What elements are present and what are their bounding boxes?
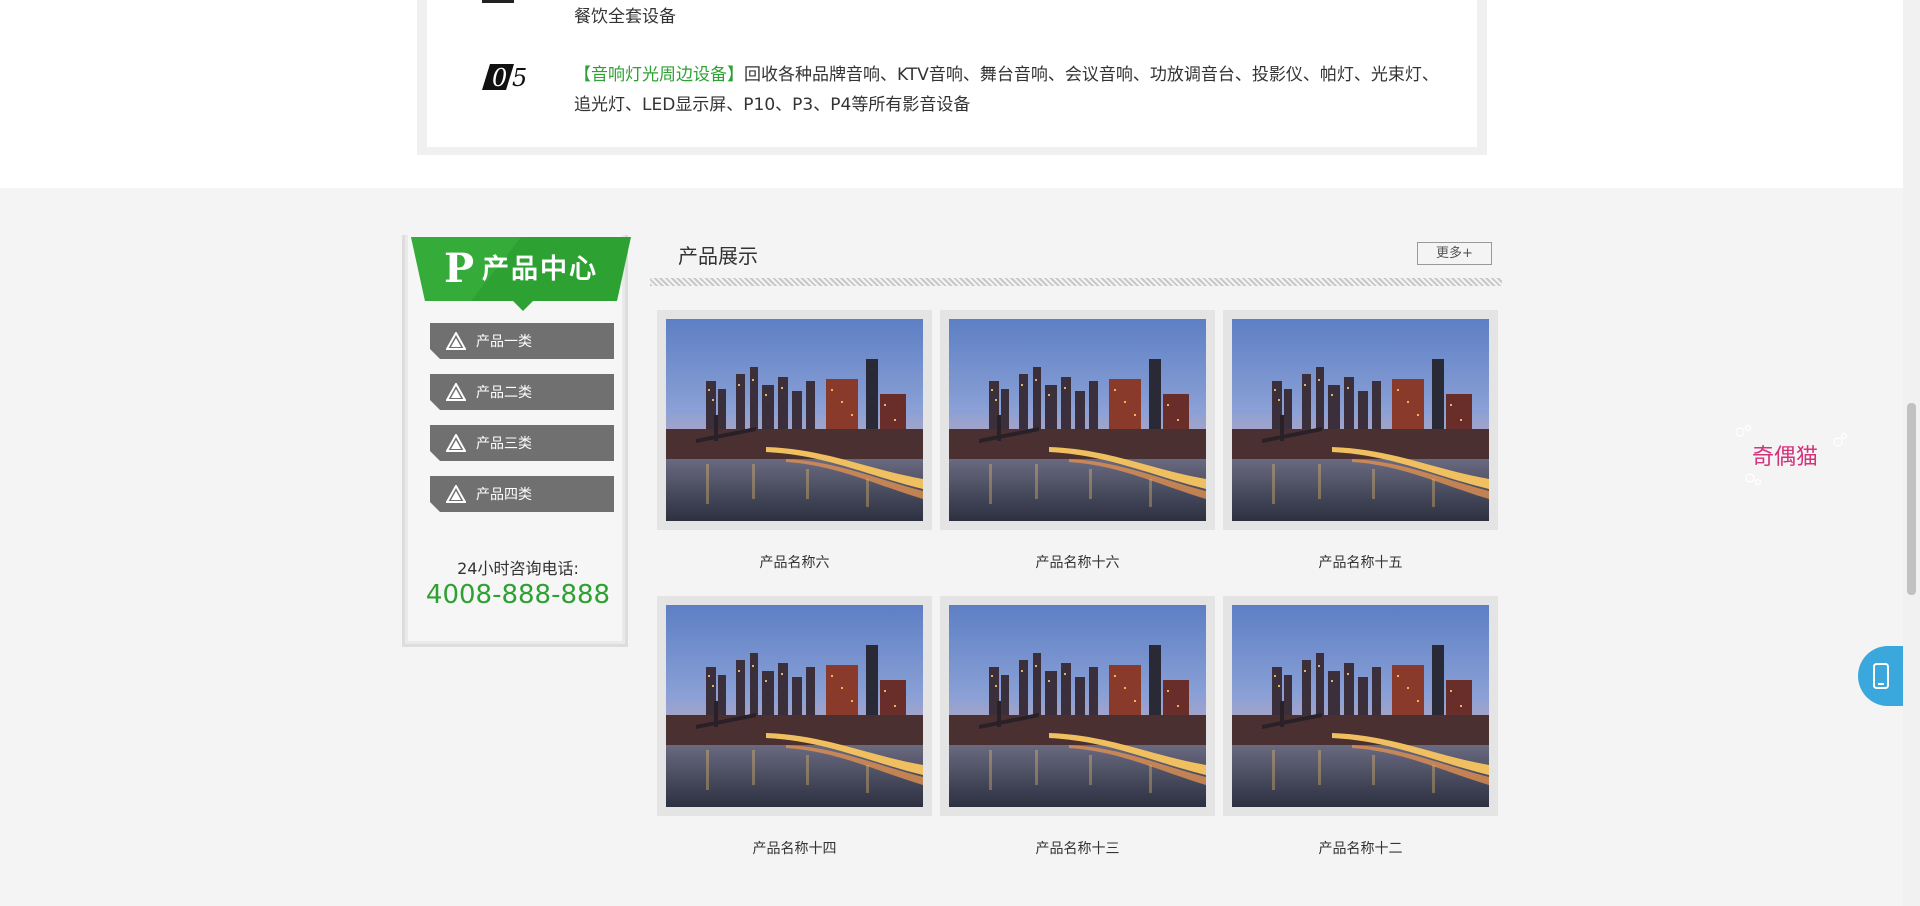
hotline-label: 24小时咨询电话: xyxy=(457,559,579,578)
product-card[interactable]: 产品名称十五 xyxy=(1223,310,1498,572)
hotline-number: 4008-888-888 xyxy=(425,580,611,610)
product-name[interactable]: 产品名称十四 xyxy=(657,838,932,858)
mobile-phone-icon xyxy=(1873,663,1889,689)
products-title: 产品展示 xyxy=(678,244,758,268)
number-badge-icon: 0 5 xyxy=(482,64,527,92)
category-item-4[interactable]: 产品四类 xyxy=(430,476,614,512)
item5-number-first: 0 xyxy=(492,64,507,92)
category-label: 产品三类 xyxy=(476,436,532,452)
prev-number-badge xyxy=(482,0,514,3)
category-label: 产品二类 xyxy=(476,385,532,401)
product-image[interactable] xyxy=(666,605,923,807)
product-name[interactable]: 产品名称六 xyxy=(657,552,932,572)
recycle-icon xyxy=(446,433,466,453)
category-item-1[interactable]: 产品一类 xyxy=(430,323,614,359)
item4-text-tail: 餐饮全套设备 xyxy=(574,7,676,27)
category-label: 产品四类 xyxy=(476,487,532,503)
hatched-divider xyxy=(650,278,1502,286)
product-image[interactable] xyxy=(949,605,1206,807)
item5-number-second: 5 xyxy=(512,64,527,92)
mobile-float-button[interactable] xyxy=(1858,646,1904,706)
product-card[interactable]: 产品名称十二 xyxy=(1223,596,1498,858)
product-image[interactable] xyxy=(949,319,1206,521)
scrollbar-thumb[interactable] xyxy=(1907,403,1916,595)
category-item-2[interactable]: 产品二类 xyxy=(430,374,614,410)
sidebar-title: P 产品中心 xyxy=(411,245,631,292)
mascot-logo[interactable]: 奇偶猫 xyxy=(1728,420,1853,490)
product-name[interactable]: 产品名称十三 xyxy=(940,838,1215,858)
item5-description: 【音响灯光周边设备】回收各种品牌音响、KTV音响、舞台音响、会议音响、功放调音台… xyxy=(574,60,1454,120)
mascot-text: 奇偶猫 xyxy=(1752,445,1818,470)
product-image[interactable] xyxy=(1232,605,1489,807)
product-name[interactable]: 产品名称十五 xyxy=(1223,552,1498,572)
top-section: 餐饮全套设备 0 5 【音响灯光周边设备】回收各种品牌音响、KTV音响、舞台音响… xyxy=(0,0,1903,188)
page-scrollbar[interactable] xyxy=(1903,0,1920,906)
category-label: 产品一类 xyxy=(476,334,532,350)
product-image[interactable] xyxy=(1232,319,1489,521)
category-item-3[interactable]: 产品三类 xyxy=(430,425,614,461)
product-image-frame xyxy=(940,310,1215,530)
recycle-icon xyxy=(446,331,466,351)
sidebar-title-text: 产品中心 xyxy=(482,254,599,285)
recycle-icon xyxy=(446,484,466,504)
sidebar-panel: P 产品中心 产品一类 产品二类 产品三类 产品四类 24小时咨询电话: 4008… xyxy=(408,235,631,641)
product-image[interactable] xyxy=(666,319,923,521)
product-image-frame xyxy=(657,596,932,816)
product-card[interactable]: 产品名称十六 xyxy=(940,310,1215,572)
product-image-frame xyxy=(940,596,1215,816)
recycle-icon xyxy=(446,382,466,402)
product-card[interactable]: 产品名称六 xyxy=(657,310,932,572)
products-header: 产品展示 更多+ xyxy=(650,236,1502,286)
sidebar-header: P 产品中心 xyxy=(411,237,631,317)
product-center-sidebar: P 产品中心 产品一类 产品二类 产品三类 产品四类 24小时咨询电话: 4008… xyxy=(402,235,631,647)
product-card[interactable]: 产品名称十四 xyxy=(657,596,932,858)
more-button[interactable]: 更多+ xyxy=(1417,242,1492,265)
product-image-frame xyxy=(1223,310,1498,530)
product-name[interactable]: 产品名称十六 xyxy=(940,552,1215,572)
item5-highlight: 【音响灯光周边设备】 xyxy=(574,65,744,85)
sidebar-title-letter: P xyxy=(443,245,477,292)
product-image-frame xyxy=(657,310,932,530)
recycle-list-inner: 餐饮全套设备 0 5 【音响灯光周边设备】回收各种品牌音响、KTV音响、舞台音响… xyxy=(427,0,1477,147)
product-image-frame xyxy=(1223,596,1498,816)
product-card[interactable]: 产品名称十三 xyxy=(940,596,1215,858)
product-name[interactable]: 产品名称十二 xyxy=(1223,838,1498,858)
recycle-list-box: 餐饮全套设备 0 5 【音响灯光周边设备】回收各种品牌音响、KTV音响、舞台音响… xyxy=(417,0,1487,155)
